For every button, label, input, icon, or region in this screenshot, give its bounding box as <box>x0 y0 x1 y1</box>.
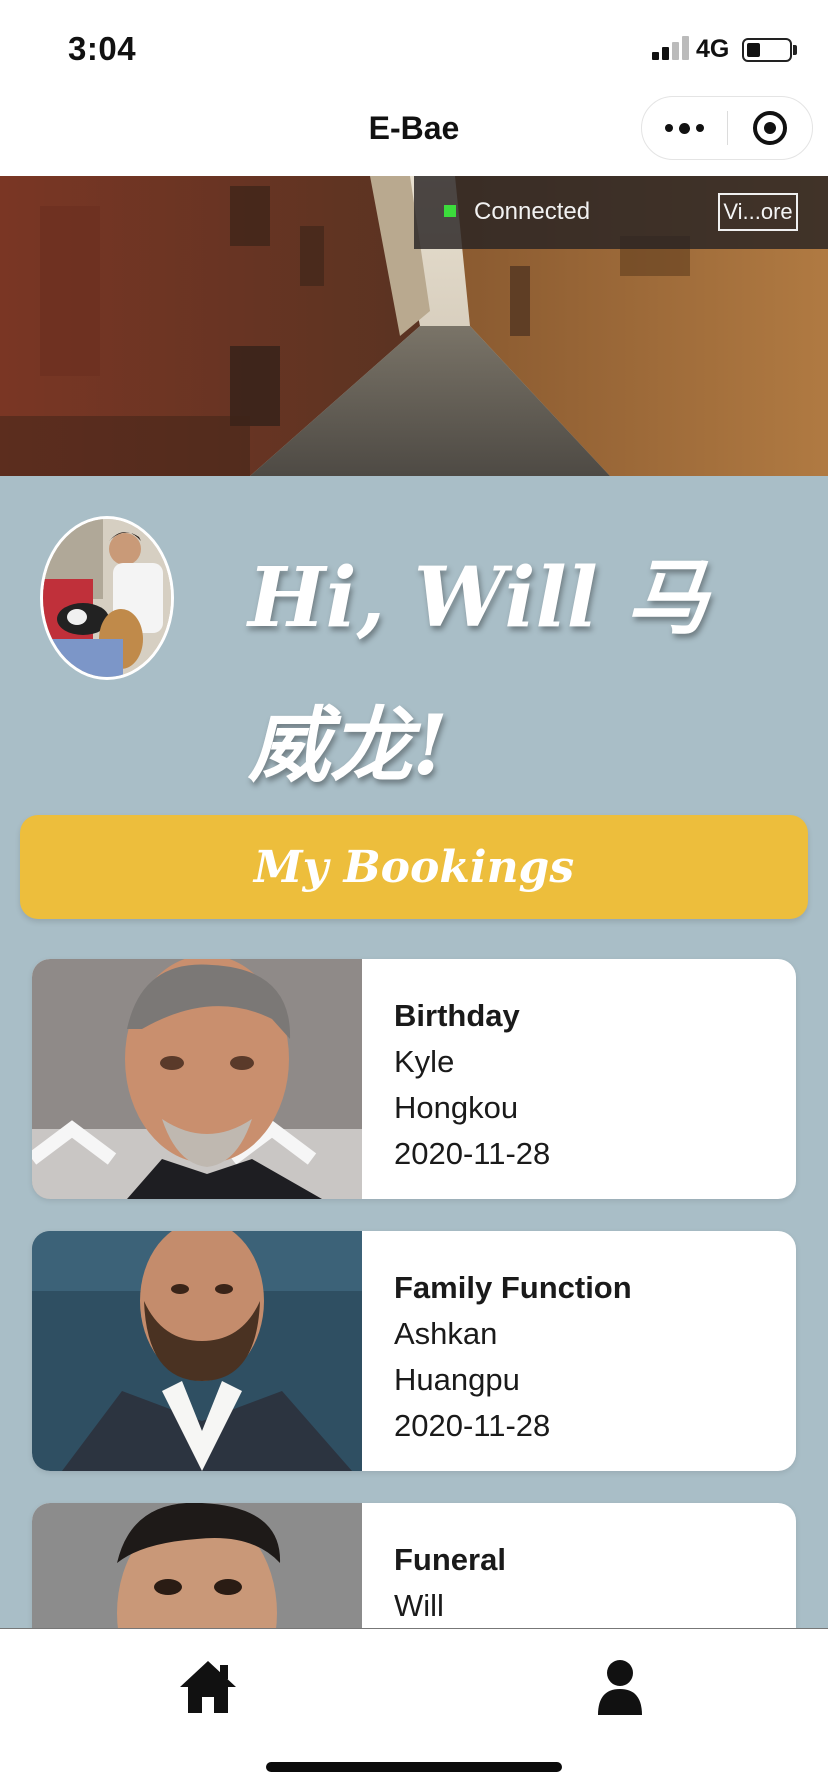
vconsole-button[interactable]: Vi...ore <box>718 193 798 231</box>
capsule-divider <box>727 111 728 145</box>
booking-details: Family Function Ashkan Huangpu 2020-11-2… <box>394 1265 632 1449</box>
booking-photo <box>32 959 362 1199</box>
booking-card[interactable]: Birthday Kyle Hongkou 2020-11-28 <box>32 959 796 1199</box>
avatar-photo <box>43 519 171 677</box>
booking-name: Kyle <box>394 1044 455 1079</box>
nav-bar: E-Bae <box>0 96 828 176</box>
signal-strength-icon <box>652 36 690 60</box>
mini-program-capsule <box>641 96 813 160</box>
booking-event: Birthday <box>394 998 520 1033</box>
greeting-line-1: Hi, Will 马 <box>248 550 709 646</box>
booking-event: Funeral <box>394 1542 506 1577</box>
booking-location: Hongkou <box>394 1090 519 1125</box>
booking-card[interactable]: Family Function Ashkan Huangpu 2020-11-2… <box>32 1231 796 1471</box>
booking-location: Huangpu <box>394 1362 520 1397</box>
target-circle-icon[interactable] <box>753 111 787 145</box>
battery-level <box>747 43 760 57</box>
battery-tip <box>793 45 797 55</box>
connection-status: Connected <box>474 198 591 225</box>
vconsole-bar: Connected Vi...ore <box>414 176 828 249</box>
tab-home[interactable] <box>148 1649 268 1729</box>
status-time: 3:04 <box>68 30 137 67</box>
home-indicator <box>266 1762 562 1772</box>
booking-photo <box>32 1231 362 1471</box>
hero-banner: Connected Vi...ore <box>0 176 828 476</box>
more-dots-icon[interactable] <box>642 97 727 159</box>
my-bookings-button[interactable]: My Bookings <box>20 815 808 919</box>
greeting-text: Hi, Will 马 威龙! <box>248 524 768 820</box>
avatar[interactable] <box>40 516 174 680</box>
booking-details: Birthday Kyle Hongkou 2020-11-28 <box>394 993 550 1177</box>
battery-icon <box>742 38 792 62</box>
greeting-line-2: 威龙! <box>248 698 448 794</box>
network-type: 4G <box>696 35 730 63</box>
booking-name: Ashkan <box>394 1316 498 1351</box>
booking-event: Family Function <box>394 1270 632 1305</box>
home-icon <box>180 1661 236 1713</box>
status-bar: 3:04 4G <box>0 0 828 96</box>
tab-profile[interactable] <box>560 1649 680 1729</box>
booking-name: Will <box>394 1588 444 1623</box>
user-icon <box>598 1660 642 1715</box>
booking-date: 2020-11-28 <box>394 1136 551 1171</box>
booking-date: 2020-11-28 <box>394 1408 551 1443</box>
booking-details: Funeral Will <box>394 1537 506 1629</box>
connection-status-icon <box>444 205 456 217</box>
